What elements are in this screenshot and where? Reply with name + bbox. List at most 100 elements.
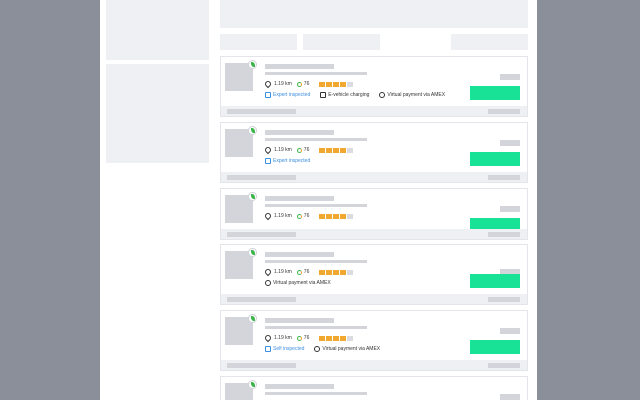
listing-meta: 1.19 km 76 [263,79,354,89]
location-pin-icon [263,145,273,155]
star-icon [326,269,333,275]
footer-left-placeholder [227,297,296,302]
score-ring-icon [296,269,302,275]
rating-stars [319,81,354,87]
result-card[interactable]: 1.19 km 76 [220,188,528,240]
score-ring-icon [296,147,302,153]
feature-item: Virtual payment via AMEX [379,92,445,98]
eco-leaf-icon [248,126,257,135]
star-icon [319,335,326,341]
listing-title-placeholder [265,318,334,323]
result-card[interactable]: 1.19 km 76 Expert inspected E-vehicle charg… [220,56,528,117]
footer-left-placeholder [227,232,296,237]
location-pin-icon [263,333,273,343]
listing-meta: 1.19 km 76 [263,211,354,221]
footer-link-placeholder[interactable] [488,232,520,237]
star-icon [340,335,347,341]
star-icon [340,81,347,87]
plug-icon [320,92,327,98]
listing-title-placeholder [265,64,334,69]
star-icon [340,147,347,153]
feature-list: Self inspected Virtual payment via AMEX [265,346,390,352]
feature-item: E-vehicle charging [320,92,369,98]
score-value: 76 [303,213,310,219]
footer-link-placeholder[interactable] [488,109,520,114]
listing-address-placeholder [265,392,367,395]
book-button[interactable] [470,340,520,354]
eco-leaf-icon [248,60,257,69]
footer-left-placeholder [227,109,296,114]
sidebar-panel-top [106,0,209,60]
listing-title-placeholder [265,196,334,201]
book-button[interactable] [470,152,520,166]
result-card[interactable] [220,376,528,400]
price-placeholder [500,74,520,80]
star-icon [333,335,340,341]
listing-address-placeholder [265,260,367,263]
filter-chip-2[interactable] [303,34,380,50]
distance-label: 1.19 km [274,81,292,87]
star-icon [347,147,354,153]
listing-address-placeholder [265,326,367,329]
location-pin-icon [263,267,273,277]
star-icon [340,269,347,275]
star-icon [333,213,340,219]
feature-label: Virtual payment via AMEX [273,280,331,286]
feature-label: Virtual payment via AMEX [322,346,381,352]
footer-link-placeholder[interactable] [488,297,520,302]
feature-item: Expert inspected [265,92,310,98]
star-icon [319,81,326,87]
star-icon [333,269,340,275]
check-icon [265,346,271,352]
star-icon [347,335,354,341]
rating-stars [319,147,354,153]
listing-address-placeholder [265,138,367,141]
feature-label: Expert inspected [273,92,311,98]
sort-select[interactable] [451,34,528,50]
page: 1.19 km 76 Expert inspected E-vehicle charg… [100,0,537,400]
eco-leaf-icon [248,380,257,389]
rating-stars [319,269,354,275]
footer-link-placeholder[interactable] [488,363,520,368]
header-panel [220,0,528,28]
star-icon [347,213,354,219]
star-icon [326,213,333,219]
star-icon [333,81,340,87]
price-placeholder [500,140,520,146]
sidebar-panel-bottom [106,64,209,163]
result-card[interactable]: 1.19 km 76 Virtual payment via AMEX [220,244,528,305]
rating-stars [319,335,354,341]
feature-label: Virtual payment via AMEX [387,92,446,98]
book-button[interactable] [470,86,520,100]
star-icon [347,269,354,275]
location-pin-icon [263,79,273,89]
filter-chip-1[interactable] [220,34,297,50]
listing-address-placeholder [265,72,367,75]
result-card[interactable]: 1.19 km 76 Expert inspected [220,122,528,183]
feature-list: Expert inspected E-vehicle charging Virtua… [265,92,455,98]
star-icon [319,213,326,219]
card-icon [314,346,321,352]
feature-label: Self inspected [273,346,305,352]
price-placeholder [500,206,520,212]
card-icon [379,92,386,98]
distance-label: 1.19 km [274,147,292,153]
footer-left-placeholder [227,175,296,180]
result-card[interactable]: 1.19 km 76 Self inspected Virtual payment v… [220,310,528,371]
feature-item: Virtual payment via AMEX [265,280,331,286]
star-icon [333,147,340,153]
listing-meta: 1.19 km 76 [263,333,354,343]
footer-link-placeholder[interactable] [488,175,520,180]
star-icon [347,81,354,87]
star-icon [319,147,326,153]
score-value: 76 [303,269,310,275]
score-ring-icon [296,81,302,87]
feature-list: Expert inspected [265,158,320,164]
book-button[interactable] [470,274,520,288]
feature-item: Expert inspected [265,158,310,164]
score-value: 76 [303,81,310,87]
location-pin-icon [263,211,273,221]
star-icon [340,213,347,219]
distance-label: 1.19 km [274,213,292,219]
feature-list: Virtual payment via AMEX [265,280,341,286]
